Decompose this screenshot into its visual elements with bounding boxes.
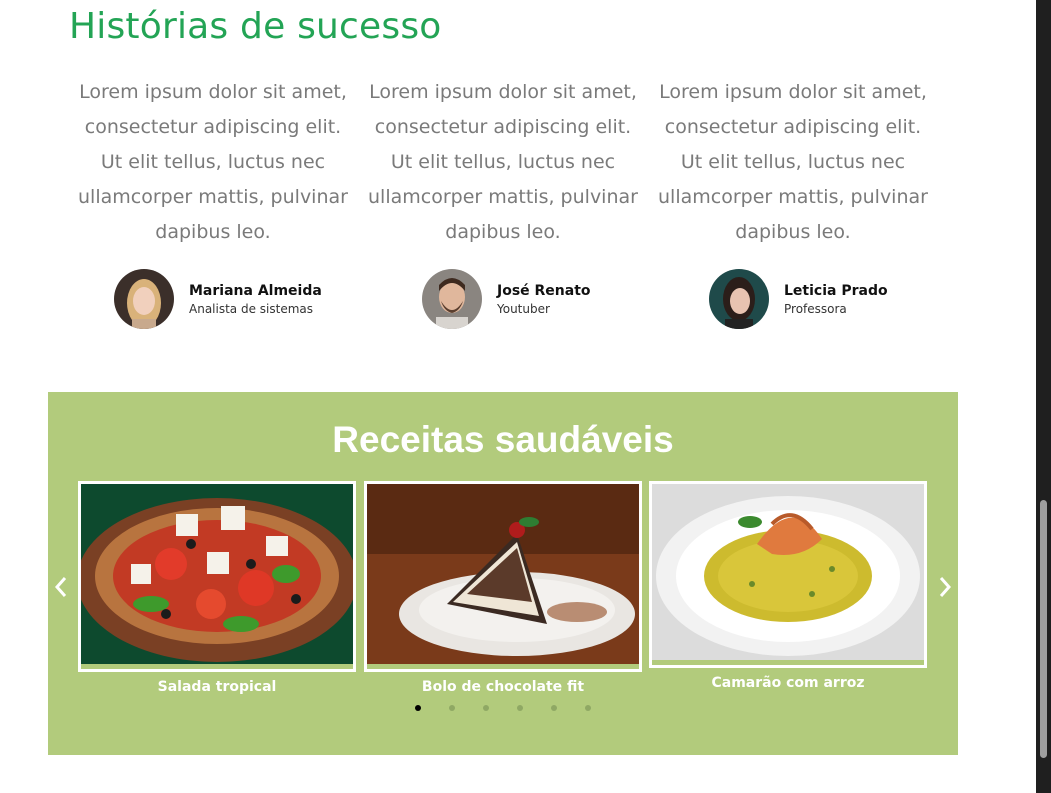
testimonial-card: Lorem ipsum dolor sit amet, consectetur … [363,75,643,329]
author-name: Leticia Prado [784,282,888,299]
testimonials-title: Histórias de sucesso [69,6,442,47]
carousel-pagination [48,705,958,713]
carousel-dot[interactable] [585,705,591,711]
testimonial-quote: Lorem ipsum dolor sit amet, consectetur … [78,81,348,243]
recipe-card[interactable]: Bolo de chocolate fit [364,481,642,695]
carousel-dot[interactable] [483,705,489,711]
avatar [422,269,482,329]
author-role: Youtuber [497,301,550,316]
carousel-next-button[interactable] [934,574,956,604]
avatar [114,269,174,329]
chevron-right-icon [938,574,952,605]
recipe-card[interactable]: Camarão com arroz [649,481,927,691]
recipe-caption: Bolo de chocolate fit [421,679,585,695]
testimonial-author: José Renato Youtuber [422,269,591,329]
recipe-image [78,481,356,672]
carousel-dot[interactable] [415,705,421,711]
carousel-dot[interactable] [517,705,523,711]
recipes-title: Receitas saudáveis [332,419,674,460]
recipe-caption: Camarão com arroz [711,675,865,691]
carousel-dot[interactable] [551,705,557,711]
recipe-caption: Salada tropical [157,679,277,695]
carousel-dot[interactable] [449,705,455,711]
recipe-card[interactable]: Salada tropical [78,481,356,695]
author-role: Professora [784,301,847,316]
recipe-image [364,481,642,672]
page: Histórias de sucesso Lorem ipsum dolor s… [0,0,1036,793]
testimonial-author: Mariana Almeida Analista de sistemas [114,269,322,329]
testimonial-card: Lorem ipsum dolor sit amet, consectetur … [73,75,353,329]
testimonial-card: Lorem ipsum dolor sit amet, consectetur … [653,75,933,329]
recipes-section: Receitas saudáveis Salada tropical Bolo … [48,392,958,755]
recipe-image [649,481,927,668]
vertical-scrollbar[interactable] [1036,0,1051,793]
testimonial-quote: Lorem ipsum dolor sit amet, consectetur … [368,81,638,243]
author-name: Mariana Almeida [189,282,322,299]
avatar [709,269,769,329]
testimonial-quote: Lorem ipsum dolor sit amet, consectetur … [658,81,928,243]
scrollbar-thumb[interactable] [1040,500,1047,758]
author-role: Analista de sistemas [189,301,313,316]
chevron-left-icon [54,574,68,605]
carousel-prev-button[interactable] [50,574,72,604]
testimonial-author: Leticia Prado Professora [709,269,888,329]
author-name: José Renato [497,282,591,299]
